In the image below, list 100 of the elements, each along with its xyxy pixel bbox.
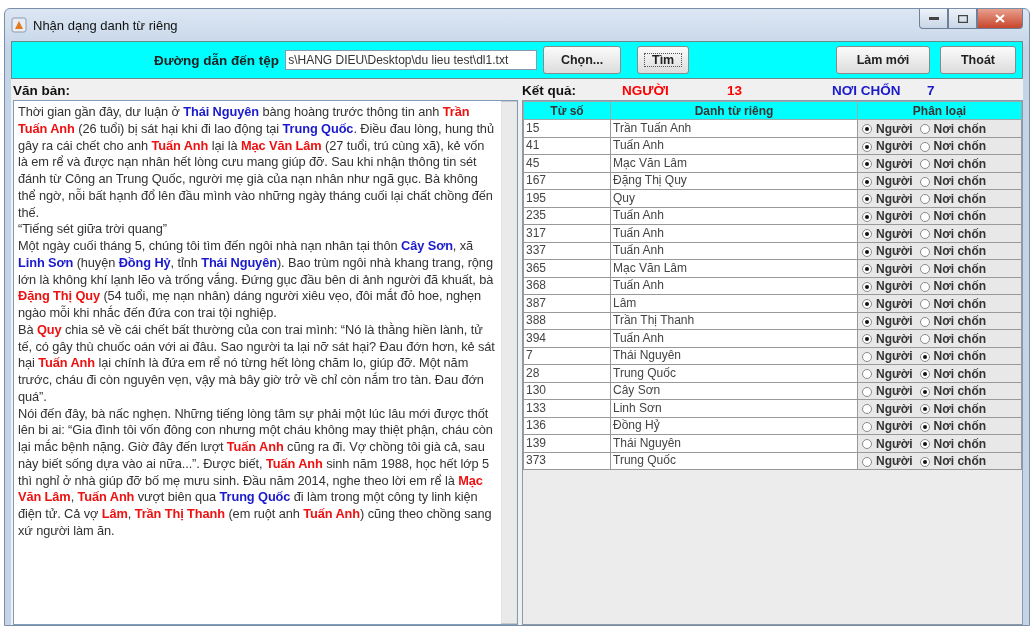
radio-option[interactable]: Người (862, 261, 913, 277)
window-title: Nhận dạng danh từ riêng (33, 17, 178, 33)
radio-icon[interactable] (919, 281, 930, 292)
radio-option[interactable]: Nơi chốn (919, 174, 987, 189)
radio-icon[interactable] (919, 176, 930, 187)
radio-icon[interactable] (919, 439, 930, 449)
path-field[interactable]: s\HANG DIEU\Desktop\du lieu test\dl1.txt (285, 50, 538, 70)
radio-option[interactable]: Người (862, 331, 913, 347)
radio-option[interactable]: Nơi chốn (919, 366, 987, 382)
radio-option[interactable]: Người (862, 314, 913, 329)
radio-option[interactable]: Nơi chốn (919, 139, 987, 154)
radio-option[interactable]: Nơi chốn (919, 314, 987, 329)
radio-icon[interactable] (862, 176, 872, 187)
radio-icon[interactable] (919, 351, 930, 362)
radio-icon[interactable] (919, 369, 930, 379)
radio-icon[interactable] (919, 404, 930, 414)
radio-option[interactable]: Người (862, 384, 913, 399)
radio-icon[interactable] (919, 194, 930, 204)
radio-icon[interactable] (862, 229, 872, 239)
radio-icon[interactable] (862, 334, 872, 344)
radio-icon[interactable] (919, 316, 930, 327)
radio-option[interactable]: Người (862, 174, 913, 189)
radio-option[interactable]: Nơi chốn (919, 419, 987, 434)
radio-option[interactable]: Nơi chốn (919, 279, 987, 294)
scrollbar[interactable] (501, 101, 517, 624)
radio-option[interactable]: Người (862, 139, 913, 154)
text-area[interactable] (13, 100, 518, 625)
radio-icon[interactable] (862, 316, 872, 327)
radio-option[interactable]: Nơi chốn (919, 121, 987, 137)
radio-icon[interactable] (862, 456, 872, 467)
exit-button[interactable]: Thoát (940, 46, 1016, 74)
radio-icon[interactable] (862, 159, 872, 169)
radio-icon[interactable] (919, 141, 930, 152)
radio-icon[interactable] (919, 211, 930, 222)
radio-icon[interactable] (919, 456, 930, 467)
paragraph: Nói đến đây, bà nấc nghẹn. Những tiếng lòng tâm sự phải một lúc lâu mới được thốt lên bi ai: “Gia đình tôi vốn đông con nhưng một cháu không may thiệt phận, cháu còn lại mắc bệnh nặng. Giờ đây đến lượt Tuấn Anh cũng ra đi. Vợ chồng tôi già cả, sau này biết sống dựa vào ai nữa...”. Được biết, Tuấn Anh sinh năm 1988, học hết lớp 5 thì nghỉ ở nhà giúp đỡ bố mẹ mưu sinh. Đầu năm 2014, nghe theo lời em rể là Mạc Văn Lâm, Tuấn Anh vượt biên qua Trung Quốc đi làm trong một công ty linh kiện điện tử. Cả vợ Lâm, Trần Thị Thanh (em ruột anh Tuấn Anh) cũng theo chồng sang xứ người làm ăn. (18, 405, 494, 540)
radio-icon[interactable] (919, 334, 930, 344)
radio-option[interactable]: Nơi chốn (919, 261, 987, 277)
radio-icon[interactable] (919, 386, 930, 397)
radio-option[interactable]: Nơi chốn (919, 401, 987, 417)
radio-icon[interactable] (919, 421, 930, 432)
radio-option[interactable]: Người (862, 279, 913, 294)
radio-option[interactable]: Người (862, 419, 913, 434)
radio-option[interactable]: Người (862, 366, 913, 382)
minimize-icon (928, 16, 939, 21)
paragraph: Một ngày cuối tháng 5, chúng tôi tìm đến ngôi nhà nạn nhân tại thôn Cây Sơn, xã Linh Sơn (huyện Đồng Hỷ, tỉnh Thái Nguyên). Bao trùm ngôi nhà khang trang, rộng lớn là không khí lạnh lẽo và trống vắng. Đứng gục đầu bên di ảnh người đã khuất, bà Đặng Thị Quy (54 tuổi, mẹ nạn nhân) dáng người xiêu vẹo, đôi mắt đỏ hoe, nghẹn ngào mỗi khi nhắc đến đứa con trai tội nghiệp. (18, 238, 495, 322)
radio-icon[interactable] (862, 281, 872, 292)
radio-icon[interactable] (919, 124, 930, 134)
radio-icon[interactable] (862, 194, 872, 204)
radio-option[interactable]: Người (862, 191, 913, 207)
radio-option[interactable]: Người (862, 121, 913, 137)
radio-icon[interactable] (862, 351, 872, 362)
radio-icon[interactable] (919, 229, 930, 239)
radio-icon[interactable] (919, 264, 930, 274)
choose-button[interactable]: Chọn... (543, 46, 622, 74)
radio-option[interactable]: Nơi chốn (919, 384, 987, 399)
radio-option[interactable]: Người (862, 401, 913, 417)
paragraph: Thời gian gần đây, dư luận ở Thái Nguyên bàng hoàng trước thông tin anh Trần Tuấn Anh (26 tuổi) bị sát hại khi đi lao động tại Trung Quốc. Điều đau lòng, hung thủ gây ra cái chết cho anh Tuấn Anh lại là Mạc Văn Lâm (27 tuổi, trú cùng xã), kẻ vốn là em rể và được nạn nhân hết lòng cưu mang giúp đỡ. Sau khi nhận thông tin sét đánh từ Công an Trung Quốc, người mẹ già của nạn nhân như ngã gục. Bà không thể ngờ, nỗi bất hạnh đổ lên đầu mình vào những ngày tháng cuối lại chất chồng đến thế. (18, 104, 495, 222)
radio-option[interactable]: Nơi chốn (919, 244, 987, 259)
radio-option[interactable]: Nơi chốn (919, 209, 987, 224)
find-button[interactable]: Tìm (637, 46, 690, 74)
radio-option[interactable]: Nơi chốn (919, 191, 987, 207)
close-button[interactable] (977, 9, 1023, 29)
radio-option[interactable]: Người (862, 226, 913, 242)
radio-option[interactable]: Nơi chốn (919, 349, 987, 364)
radio-icon[interactable] (919, 246, 930, 257)
radio-icon[interactable] (862, 246, 872, 257)
radio-icon[interactable] (919, 299, 930, 309)
radio-icon[interactable] (862, 264, 872, 274)
radio-icon[interactable] (862, 386, 872, 397)
radio-option[interactable]: Người (862, 209, 913, 224)
radio-option[interactable]: Người (862, 436, 913, 452)
radio-option[interactable]: Nơi chốn (919, 296, 987, 312)
minimize-button[interactable] (919, 9, 948, 29)
radio-option[interactable]: Nơi chốn (919, 226, 987, 242)
radio-icon[interactable] (862, 439, 872, 449)
radio-option[interactable]: Người (862, 244, 913, 259)
radio-icon[interactable] (862, 211, 872, 222)
radio-icon[interactable] (919, 159, 930, 169)
radio-icon[interactable] (862, 124, 872, 134)
category-label: NƠI CHỐN (832, 83, 902, 98)
radio-option[interactable]: Người (862, 454, 913, 469)
radio-icon[interactable] (862, 421, 872, 432)
radio-option[interactable]: Nơi chốn (919, 436, 987, 452)
close-icon (995, 14, 1005, 23)
radio-icon[interactable] (862, 299, 872, 309)
radio-option[interactable]: Nơi chốn (919, 156, 987, 172)
radio-icon[interactable] (862, 141, 872, 152)
refresh-button[interactable]: Làm mới (836, 46, 930, 74)
radio-icon[interactable] (862, 369, 872, 379)
radio-option[interactable]: Nơi chốn (919, 454, 987, 469)
category-count: 7 (927, 83, 936, 98)
radio-option[interactable]: Người (862, 296, 913, 312)
radio-option[interactable]: Nơi chốn (919, 331, 987, 347)
maximize-button[interactable] (948, 9, 977, 29)
radio-option[interactable]: Người (862, 156, 913, 172)
radio-icon[interactable] (862, 404, 872, 414)
column-header: Danh từ riêng (610, 101, 858, 120)
maximize-icon (957, 14, 968, 23)
radio-option[interactable]: Người (862, 349, 913, 364)
